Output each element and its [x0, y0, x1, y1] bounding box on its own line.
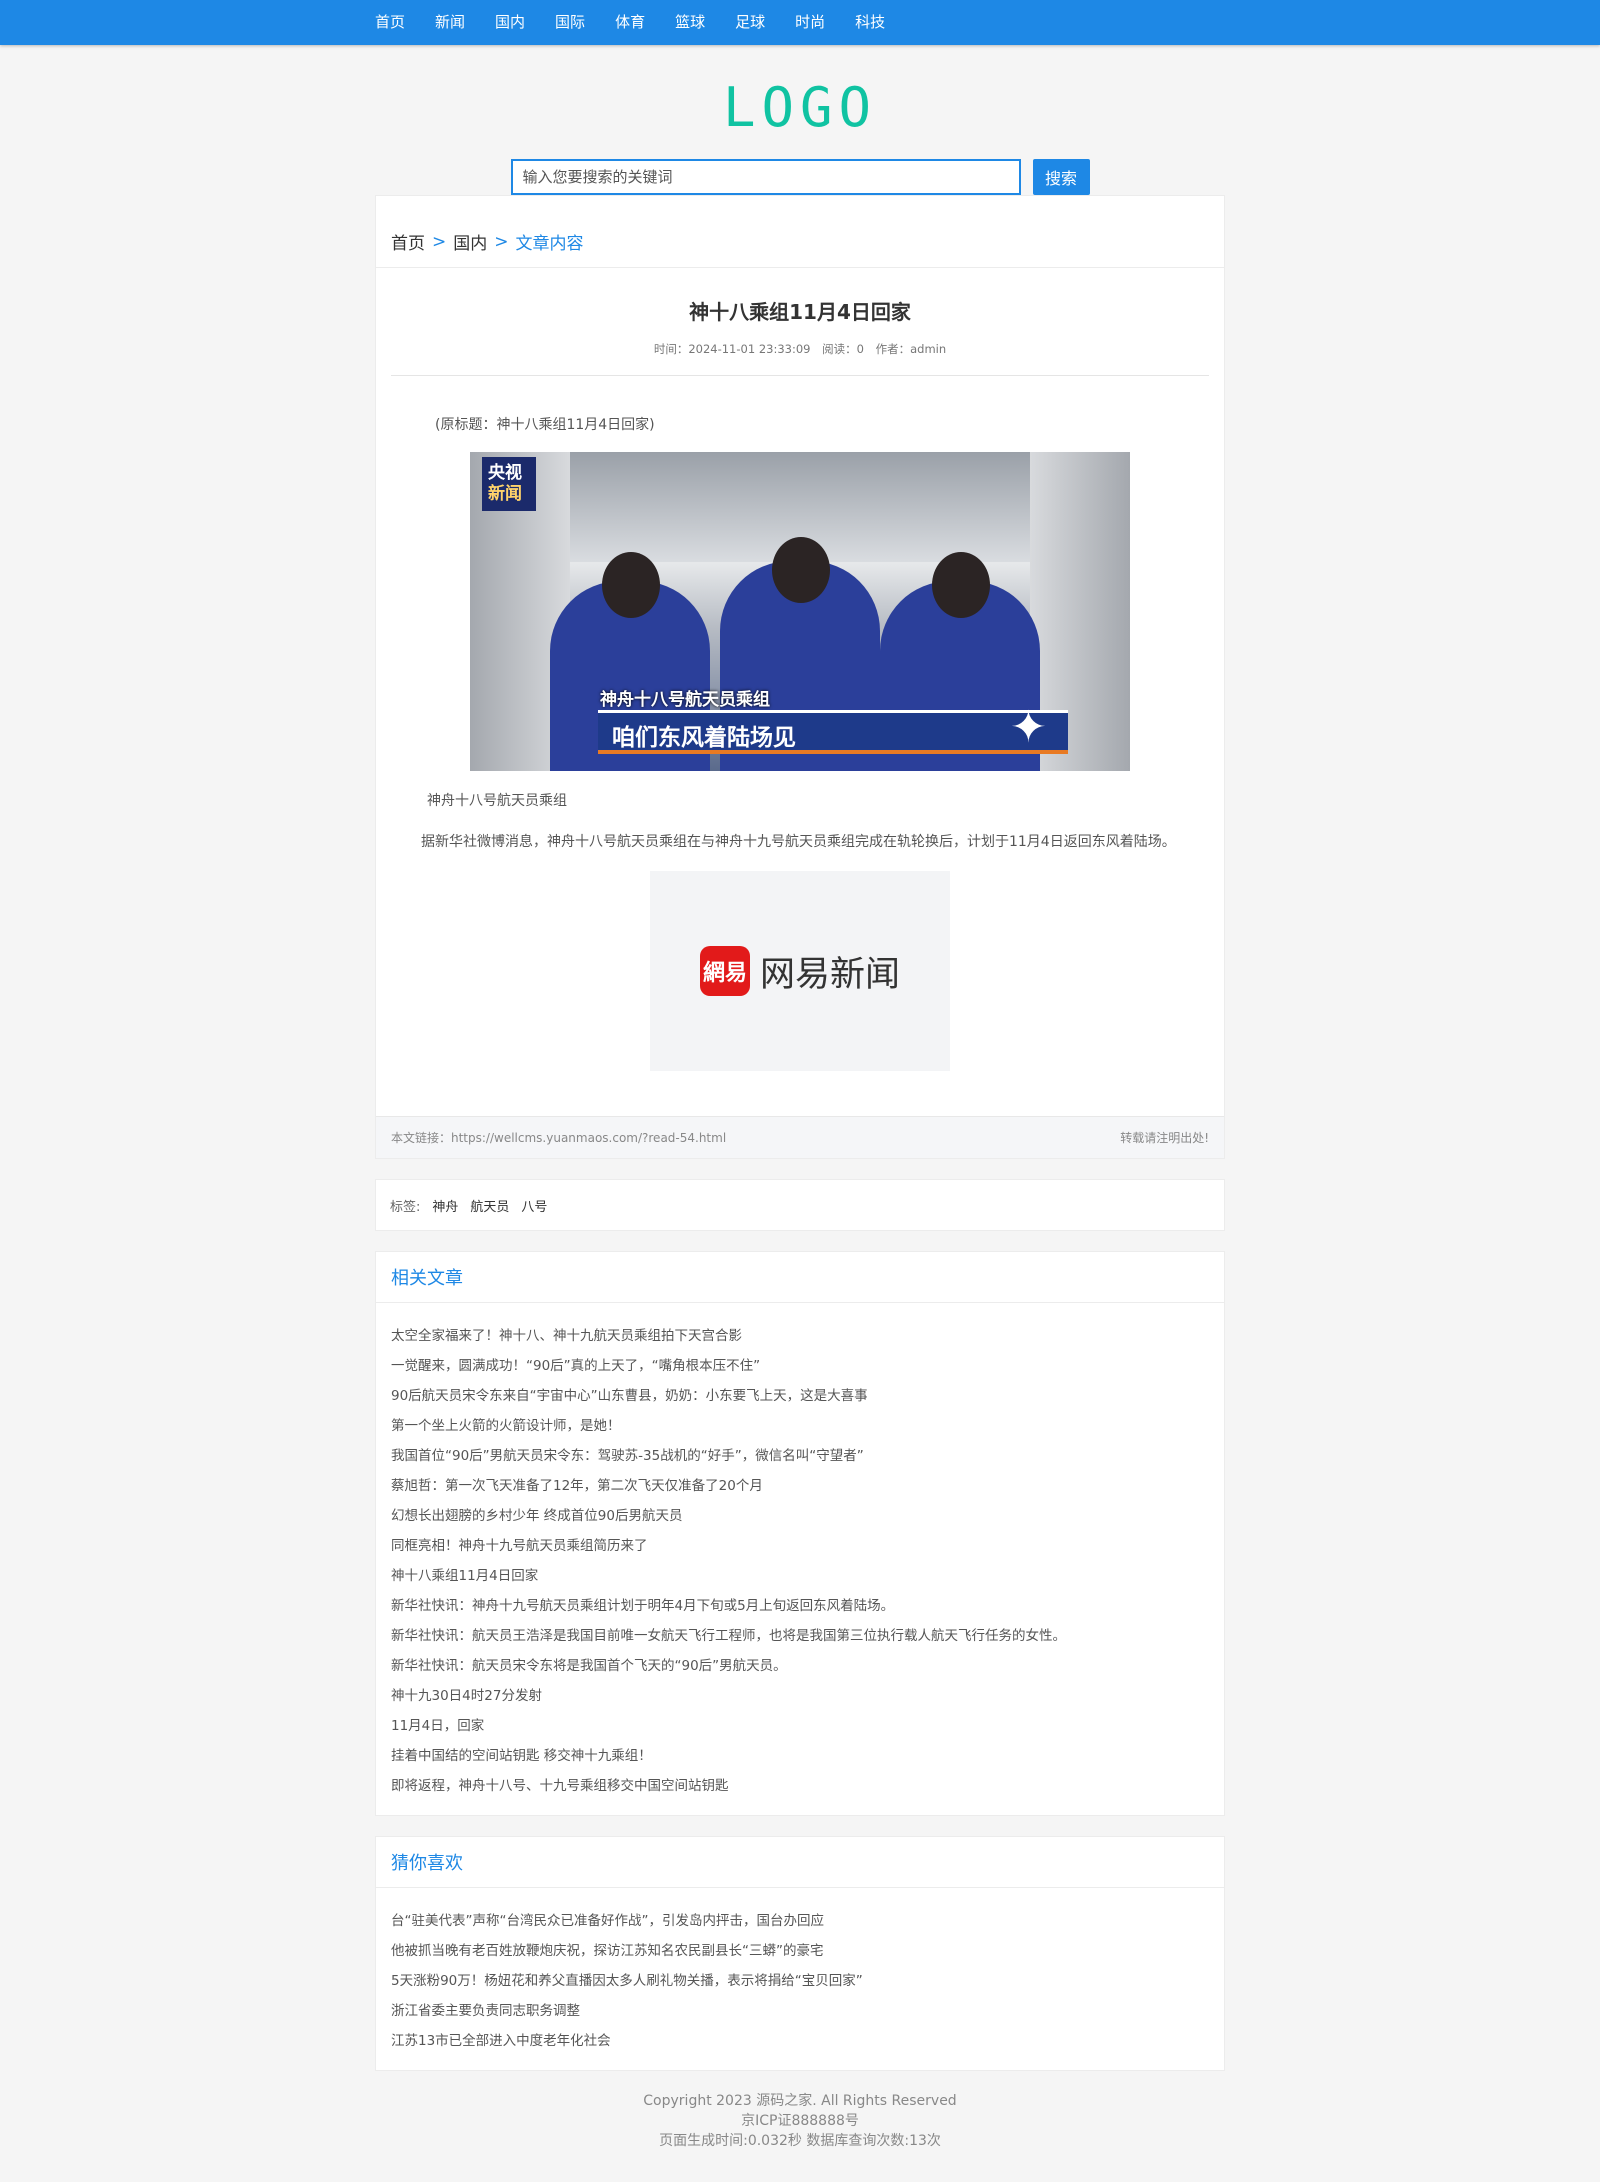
astronaut-head — [772, 537, 830, 603]
caption-accent — [598, 750, 1068, 754]
astronaut-head — [932, 552, 990, 618]
top-nav: 首页 新闻 国内 国际 体育 篮球 足球 时尚 科技 — [0, 0, 1600, 45]
photo-caption-bar: 咱们东风着陆场见 — [598, 710, 1068, 754]
article-title: 神十八乘组11月4日回家 — [689, 300, 911, 324]
cctv-news-badge: 央视 新闻 — [482, 457, 536, 511]
guess-you-like: 猜你喜欢 台“驻美代表”声称“台湾民众已准备好作战”，引发岛内抨击，国台办回应 … — [375, 1836, 1225, 2071]
satellite-icon: ✦ — [1010, 702, 1047, 753]
related-item[interactable]: 蔡旭哲：第一次飞天准备了12年，第二次飞天仅准备了20个月 — [391, 1471, 1209, 1501]
footer-stats: 页面生成时间:0.032秒 数据库查询次数:13次 — [659, 2133, 941, 2149]
related-item[interactable]: 神十八乘组11月4日回家 — [391, 1561, 1209, 1591]
related-item[interactable]: 一觉醒来，圆满成功！“90后”真的上天了，“嘴角根本压不住” — [391, 1351, 1209, 1381]
article-link[interactable]: 本文链接：https://wellcms.yuanmaos.com/?read-… — [391, 1129, 726, 1146]
guess-title: 猜你喜欢 — [376, 1837, 1224, 1888]
related-item[interactable]: 新华社快讯：航天员王浩泽是我国目前唯一女航天飞行工程师，也将是我国第三位执行载人… — [391, 1621, 1209, 1651]
related-item[interactable]: 11月4日，回家 — [391, 1711, 1209, 1741]
related-item[interactable]: 90后航天员宋令东来自“宇宙中心”山东曹县，奶奶：小东要飞上天，这是大喜事 — [391, 1381, 1209, 1411]
tags-label: 标签: — [390, 1199, 421, 1215]
related-list: 太空全家福来了！神十八、神十九航天员乘组拍下天宫合影 一觉醒来，圆满成功！“90… — [376, 1303, 1224, 1815]
astronaut-photo: 央视 新闻 神舟十八号航天员乘组 咱们东风着陆场见 ✦ — [470, 452, 1130, 771]
breadcrumb-separator: > — [494, 231, 509, 252]
reprint-note: 转载请注明出处! — [1120, 1131, 1209, 1145]
related-item[interactable]: 太空全家福来了！神十八、神十九航天员乘组拍下天宫合影 — [391, 1321, 1209, 1351]
related-title: 相关文章 — [376, 1252, 1224, 1303]
search-button[interactable]: 搜索 — [1032, 159, 1090, 195]
nav-item-news[interactable]: 新闻 — [435, 0, 465, 45]
nav-item-tech[interactable]: 科技 — [855, 0, 885, 45]
nav-item-fashion[interactable]: 时尚 — [795, 0, 825, 45]
nav-item-domestic[interactable]: 国内 — [495, 0, 525, 45]
original-title: (原标题：神十八乘组11月4日回家) — [435, 417, 655, 433]
related-item[interactable]: 我国首位“90后”男航天员宋令东：驾驶苏-35战机的“好手”，微信名叫“守望者” — [391, 1441, 1209, 1471]
breadcrumb-category[interactable]: 国内 — [453, 229, 487, 254]
astronaut-head — [602, 552, 660, 618]
netease-news-image: 網易 网易新闻 — [650, 871, 950, 1071]
related-item[interactable]: 神十九30日4时27分发射 — [391, 1681, 1209, 1711]
article-paragraph: 据新华社微博消息，神舟十八号航天员乘组在与神舟十九号航天员乘组完成在轨轮换后，计… — [421, 834, 1176, 850]
related-item[interactable]: 即将返程，神舟十八号、十九号乘组移交中国空间站钥匙 — [391, 1771, 1209, 1801]
tag-link[interactable]: 八号 — [521, 1196, 547, 1215]
article-card: 首页 > 国内 > 文章内容 神十八乘组11月4日回家 时间：2024-11-0… — [375, 195, 1225, 1159]
article-meta: 时间：2024-11-01 23:33:09 阅读：0 作者：admin — [391, 341, 1209, 376]
guess-list: 台“驻美代表”声称“台湾民众已准备好作战”，引发岛内抨击，国台办回应 他被抓当晚… — [376, 1888, 1224, 2070]
page-footer: Copyright 2023 源码之家. All Rights Reserved… — [375, 2091, 1225, 2151]
article-footer: 本文链接：https://wellcms.yuanmaos.com/?read-… — [376, 1116, 1224, 1158]
nav-item-football[interactable]: 足球 — [735, 0, 765, 45]
main-container: 首页 > 国内 > 文章内容 神十八乘组11月4日回家 时间：2024-11-0… — [375, 195, 1225, 2151]
related-item[interactable]: 挂着中国结的空间站钥匙 移交神十九乘组！ — [391, 1741, 1209, 1771]
breadcrumb: 首页 > 国内 > 文章内容 — [376, 216, 1224, 267]
nav-item-international[interactable]: 国际 — [555, 0, 585, 45]
article-reads: 阅读：0 — [822, 342, 864, 356]
guess-item[interactable]: 江苏13市已全部进入中度老年化社会 — [391, 2026, 1209, 2056]
article-time: 时间：2024-11-01 23:33:09 — [653, 342, 811, 356]
article-body: (原标题：神十八乘组11月4日回家) 央视 新闻 神舟十八号航天员乘组 咱们东风… — [391, 376, 1209, 1071]
photo-caption-small: 神舟十八号航天员乘组 — [600, 690, 770, 710]
search-input[interactable] — [510, 159, 1021, 195]
breadcrumb-current: 文章内容 — [515, 234, 584, 254]
guess-item[interactable]: 台“驻美代表”声称“台湾民众已准备好作战”，引发岛内抨击，国台办回应 — [391, 1906, 1209, 1936]
tags-bar: 标签: 神舟 航天员 八号 — [375, 1179, 1225, 1231]
footer-icp[interactable]: 京ICP证888888号 — [375, 2111, 1225, 2131]
badge-line2: 新闻 — [488, 484, 522, 504]
nav-item-home[interactable]: 首页 — [375, 0, 405, 45]
site-logo[interactable]: LOGO — [723, 77, 877, 139]
article-author: 作者：admin — [875, 342, 947, 356]
related-item[interactable]: 幻想长出翅膀的乡村少年 终成首位90后男航天员 — [391, 1501, 1209, 1531]
tag-link[interactable]: 航天员 — [470, 1196, 509, 1215]
related-item[interactable]: 新华社快讯：神舟十九号航天员乘组计划于明年4月下旬或5月上旬返回东风着陆场。 — [391, 1591, 1209, 1621]
top-nav-inner: 首页 新闻 国内 国际 体育 篮球 足球 时尚 科技 — [375, 0, 1225, 45]
guess-item[interactable]: 他被抓当晚有老百姓放鞭炮庆祝，探访江苏知名农民副县长“三蟒”的豪宅 — [391, 1936, 1209, 1966]
breadcrumb-separator: > — [432, 231, 447, 252]
search-bar: 搜索 — [0, 159, 1600, 195]
related-item[interactable]: 第一个坐上火箭的火箭设计师，是她！ — [391, 1411, 1209, 1441]
netease-logo-icon: 網易 — [699, 946, 750, 996]
photo-caption-big: 咱们东风着陆场见 — [612, 725, 796, 751]
related-articles: 相关文章 太空全家福来了！神十八、神十九航天员乘组拍下天宫合影 一觉醒来，圆满成… — [375, 1251, 1225, 1816]
related-item[interactable]: 新华社快讯：航天员宋令东将是我国首个飞天的“90后”男航天员。 — [391, 1651, 1209, 1681]
article: 神十八乘组11月4日回家 时间：2024-11-01 23:33:09 阅读：0… — [376, 267, 1224, 1071]
related-item[interactable]: 同框亮相！神舟十九号航天员乘组简历来了 — [391, 1531, 1209, 1561]
guess-item[interactable]: 5天涨粉90万！杨妞花和养父直播因太多人刷礼物关播，表示将捐给“宝贝回家” — [391, 1966, 1209, 1996]
tag-link[interactable]: 神舟 — [432, 1196, 458, 1215]
footer-copyright: Copyright 2023 源码之家. All Rights Reserved — [643, 2093, 957, 2109]
image-caption: 神舟十八号航天员乘组 — [427, 793, 567, 809]
breadcrumb-home[interactable]: 首页 — [391, 229, 425, 254]
netease-brand-text: 网易新闻 — [759, 954, 900, 995]
nav-item-basketball[interactable]: 篮球 — [675, 0, 705, 45]
guess-item[interactable]: 浙江省委主要负责同志职务调整 — [391, 1996, 1209, 2026]
badge-line1: 央视 — [488, 463, 522, 483]
logo-area: LOGO — [0, 77, 1600, 139]
nav-item-sports[interactable]: 体育 — [615, 0, 645, 45]
